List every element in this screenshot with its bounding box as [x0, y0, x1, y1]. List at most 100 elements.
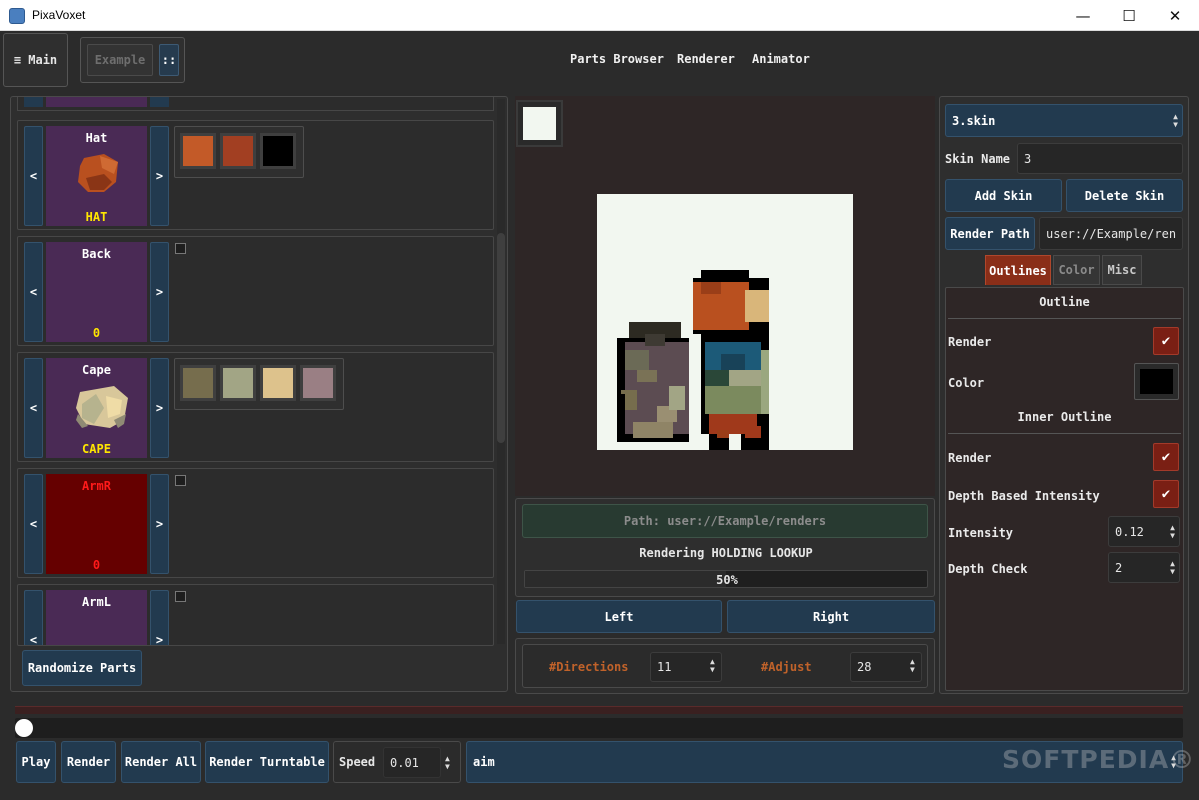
play-button[interactable]: Play [16, 741, 56, 783]
render-path-button[interactable]: Render Path [945, 217, 1035, 250]
part-tile[interactable]: Cape CAPE [46, 358, 147, 458]
outline-divider [948, 318, 1181, 319]
part-prev-button[interactable]: < [24, 590, 43, 645]
render-all-button[interactable]: Render All [121, 741, 201, 783]
speed-spinbox[interactable]: 0.01 [383, 747, 441, 778]
part-prev-button[interactable]: < [24, 474, 43, 574]
palette-swatch[interactable] [260, 133, 296, 169]
adjust-spin-arrows[interactable]: ▲ ▼ [910, 658, 915, 674]
rotate-right-button[interactable]: Right [727, 600, 935, 633]
part-tile[interactable]: ArmR 0 [46, 474, 147, 574]
part-next-button[interactable]: > [150, 126, 169, 226]
sprite-pixel-block [625, 350, 649, 370]
delete-skin-button[interactable]: Delete Skin [1066, 179, 1183, 212]
render-progress-label: 50% [716, 573, 738, 587]
render-path-input[interactable]: user://Example/ren [1039, 217, 1183, 250]
parts-scrollbar-thumb[interactable] [497, 233, 505, 443]
part-prev-button[interactable]: < [24, 358, 43, 458]
sprite-pixel-block [645, 334, 665, 346]
inner-outline-header: Inner Outline [1017, 410, 1112, 424]
render-button[interactable]: Render [61, 741, 116, 783]
part-name: Back [82, 247, 111, 261]
close-button[interactable]: ✕ [1152, 0, 1198, 31]
skin-name-input[interactable]: 3 [1017, 143, 1183, 174]
skin-select[interactable]: 3.skin ▲ ▼ [945, 104, 1183, 137]
nav-animator[interactable]: Animator [752, 52, 810, 66]
timeline-track[interactable] [15, 718, 1183, 738]
part-palette [174, 126, 304, 178]
part-tile[interactable]: ArmL [46, 590, 147, 645]
render-status-text: Rendering HOLDING LOOKUP [639, 546, 813, 560]
depth-intensity-label: Depth Based Intensity [948, 489, 1100, 503]
sprite-pixel-block [617, 394, 625, 442]
project-name-button[interactable]: Example [87, 44, 153, 76]
intensity-label: Intensity [948, 526, 1014, 540]
part-name: ArmL [82, 595, 111, 609]
sprite-pixel-block [717, 430, 729, 438]
main-menu-button[interactable]: ≡ Main [3, 33, 68, 87]
project-menu-button[interactable]: :: [159, 44, 179, 76]
minimize-button[interactable]: — [1060, 0, 1106, 31]
character-preview [597, 194, 853, 450]
outline-render-checkbox[interactable]: ✔ [1153, 327, 1179, 355]
inner-render-checkbox[interactable]: ✔ [1153, 443, 1179, 471]
part-next-button[interactable]: > [150, 358, 169, 458]
part-next-button[interactable]: > [150, 242, 169, 342]
part-value: HAT [85, 210, 108, 224]
intensity-spinbox[interactable]: 0.12 ▲ ▼ [1108, 516, 1180, 547]
randomize-parts-button[interactable]: Randomize Parts [22, 650, 142, 686]
part-prev-button[interactable]: < [24, 242, 43, 342]
background-color-swatch [523, 107, 556, 140]
intensity-spin-arrows[interactable]: ▲ ▼ [1170, 523, 1175, 540]
parts-panel: < Hat HAT > < Back 0 > < Cape CAPE > < ArmR 0 > < ArmL > R… [10, 96, 508, 692]
render-turntable-button[interactable]: Render Turntable [205, 741, 329, 783]
part-value: CAPE [82, 442, 111, 456]
part-enable-checkbox[interactable] [175, 243, 186, 254]
palette-swatch[interactable] [220, 133, 256, 169]
directions-spin-arrows[interactable]: ▲ ▼ [710, 658, 715, 674]
depth-check-value: 2 [1115, 560, 1123, 575]
part-row-partial [17, 97, 494, 111]
outline-color-picker[interactable] [1134, 363, 1179, 400]
speed-value: 0.01 [390, 755, 419, 770]
palette-swatch[interactable] [180, 133, 216, 169]
palette-swatch[interactable] [180, 365, 216, 401]
part-value: 0 [92, 558, 101, 572]
part-next-button[interactable]: > [150, 590, 169, 645]
nav-renderer[interactable]: Renderer [677, 52, 735, 66]
part-next-button[interactable]: > [150, 474, 169, 574]
part-enable-checkbox[interactable] [175, 475, 186, 486]
palette-swatch[interactable] [220, 365, 256, 401]
timeline-handle[interactable] [15, 719, 33, 737]
nav-parts-browser[interactable]: Parts Browser [570, 52, 664, 66]
maximize-button[interactable]: ☐ [1106, 0, 1152, 31]
skin-name-value: 3 [1024, 151, 1032, 166]
tab-misc[interactable]: Misc [1102, 255, 1142, 285]
depth-check-spinbox[interactable]: 2 ▲ ▼ [1108, 552, 1180, 583]
outline-color-swatch [1140, 369, 1173, 394]
part-tile[interactable]: Hat HAT [46, 126, 147, 226]
part-enable-checkbox[interactable] [175, 591, 186, 602]
window-titlebar: PixaVoxet — ☐ ✕ [0, 0, 1199, 31]
animation-keyframe-strip [15, 706, 1183, 714]
intensity-value: 0.12 [1115, 524, 1144, 539]
part-prev-button[interactable]: < [24, 126, 43, 226]
adjust-value: 28 [857, 660, 872, 674]
softpedia-watermark: SOFTPEDIA® [1002, 745, 1196, 774]
palette-swatch[interactable] [300, 365, 336, 401]
depth-intensity-checkbox[interactable]: ✔ [1153, 480, 1179, 508]
outline-render-label: Render [948, 335, 992, 349]
depth-check-spin-arrows[interactable]: ▲ ▼ [1170, 559, 1175, 576]
part-tile[interactable]: Back 0 [46, 242, 147, 342]
palette-swatch[interactable] [260, 365, 296, 401]
parts-scrollbar[interactable] [497, 99, 505, 644]
rotate-left-button[interactable]: Left [516, 600, 722, 633]
character-sprite [617, 270, 769, 450]
speed-spin-arrows[interactable]: ▲ ▼ [445, 755, 450, 771]
background-color-button[interactable] [516, 100, 563, 147]
tab-color[interactable]: Color [1053, 255, 1100, 285]
tab-outlines[interactable]: Outlines [985, 255, 1051, 285]
skin-panel: 3.skin ▲ ▼ Skin Name 3 Add Skin Delete Sk… [939, 96, 1189, 694]
add-skin-button[interactable]: Add Skin [945, 179, 1062, 212]
skin-name-label: Skin Name [945, 152, 1011, 166]
